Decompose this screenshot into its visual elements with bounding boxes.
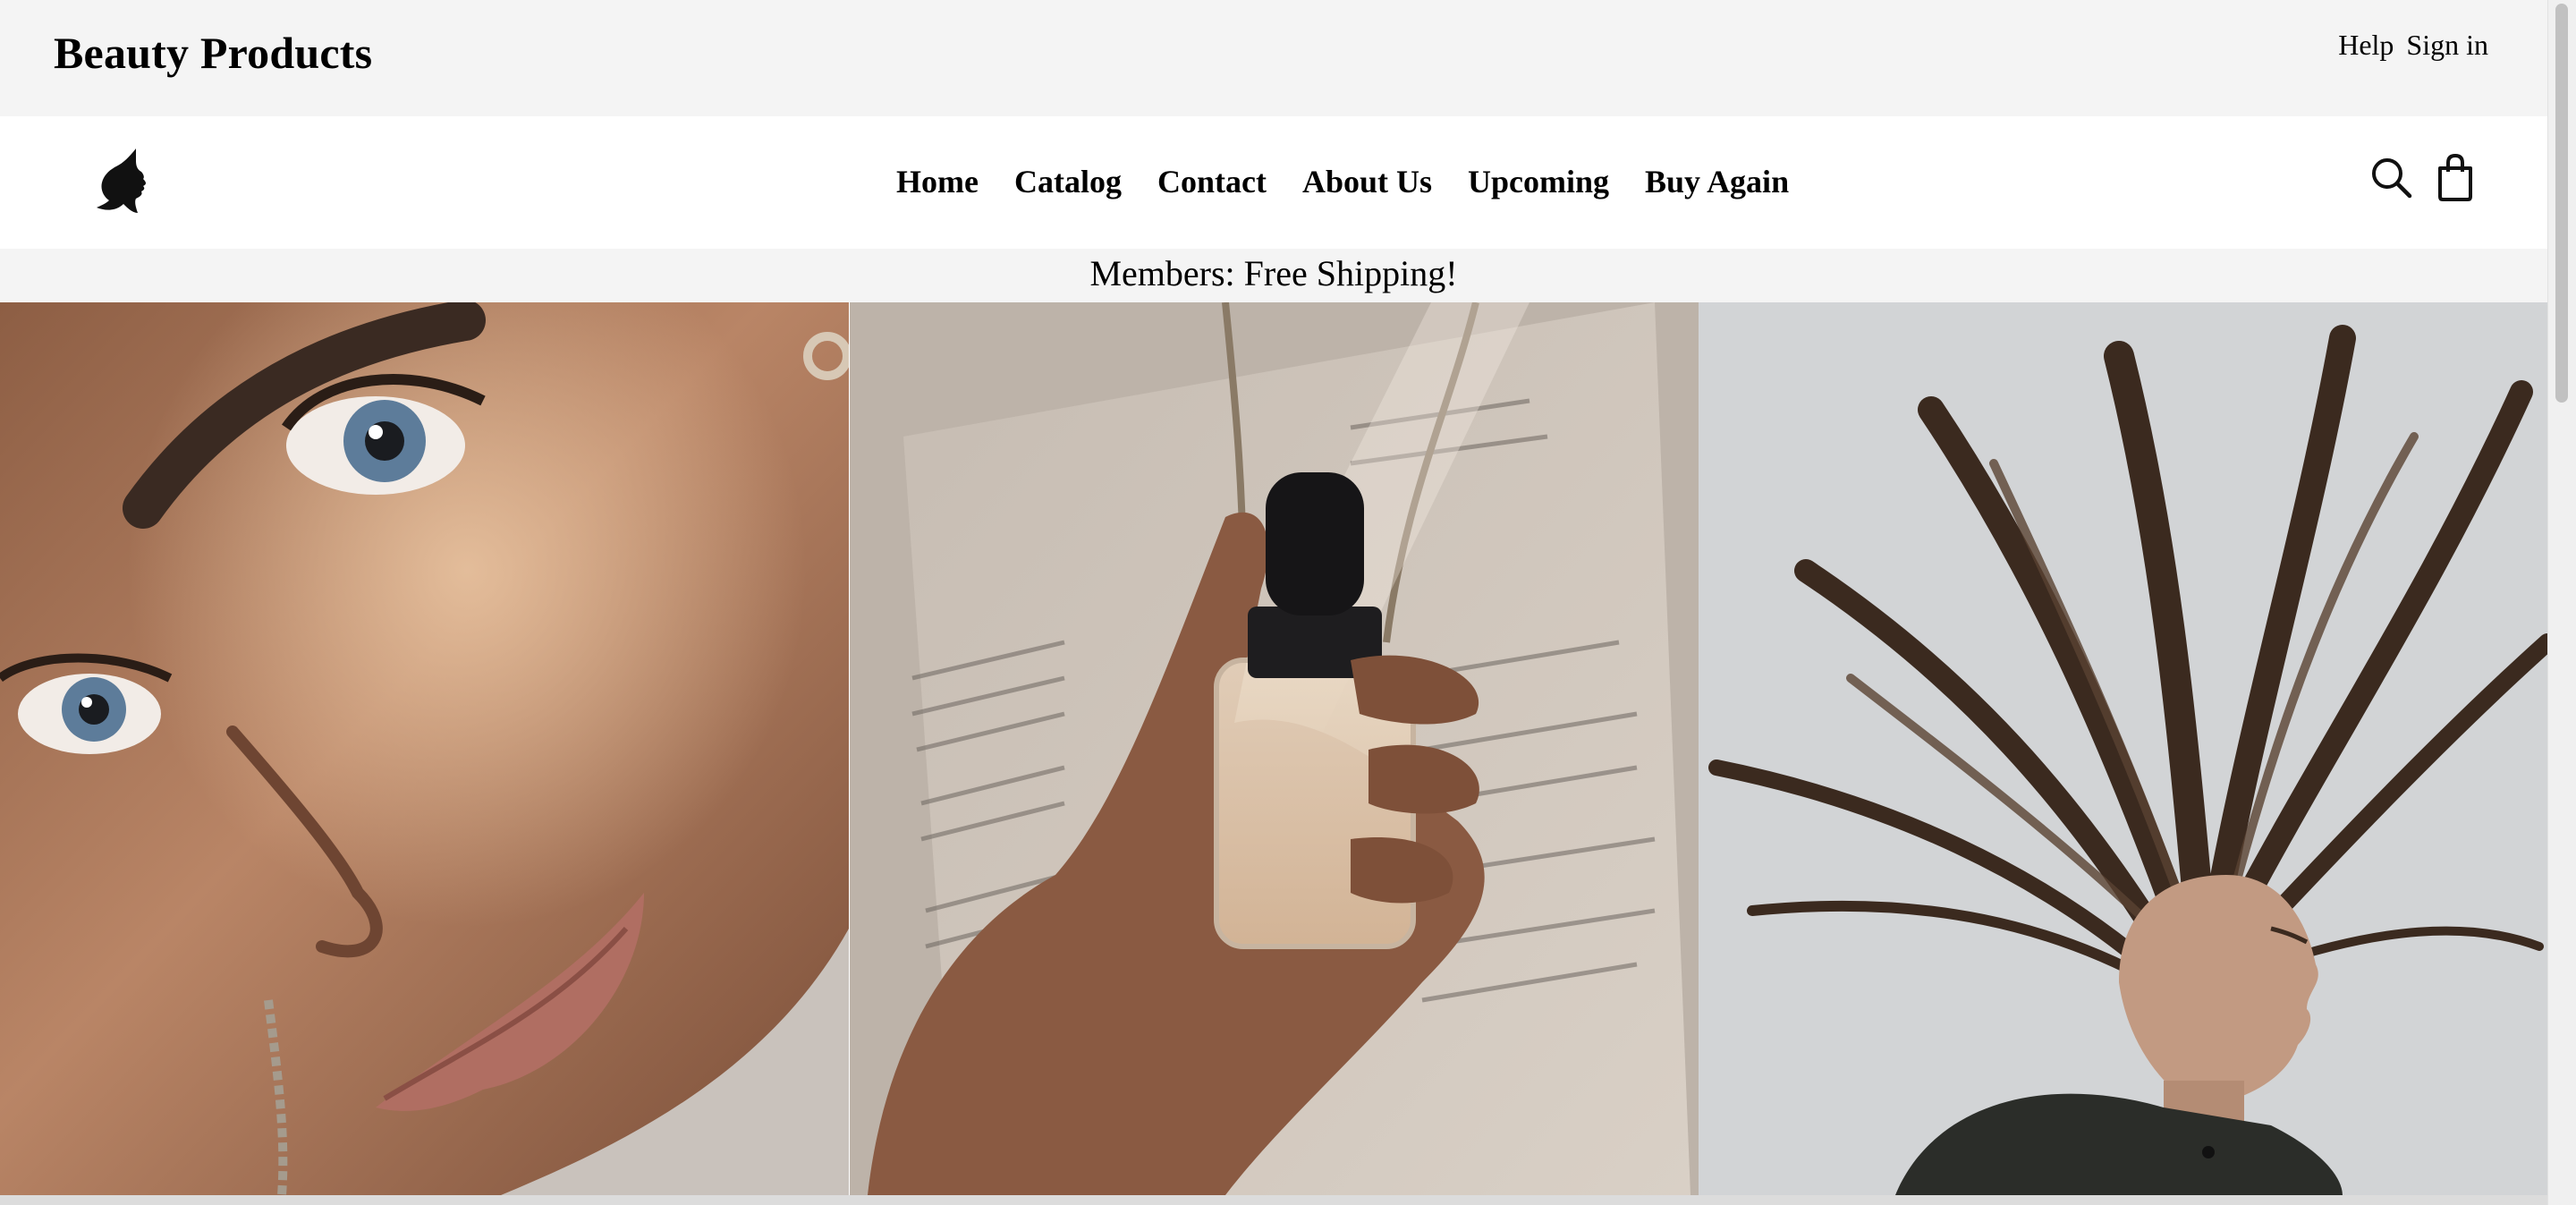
shopping-bag-icon[interactable] xyxy=(2433,152,2478,202)
scrollbar-thumb[interactable] xyxy=(2555,4,2568,403)
nav-icons xyxy=(2368,152,2478,202)
page-scrollbar[interactable] xyxy=(2547,0,2576,1205)
woman-profile-logo-icon[interactable] xyxy=(97,149,150,213)
nav-links: Home Catalog Contact About Us Upcoming B… xyxy=(896,163,1789,200)
page-divider xyxy=(0,1195,2547,1205)
makeup-face-closeup-image xyxy=(0,302,849,1195)
serum-dropper-bottle-image xyxy=(849,302,1699,1195)
search-icon[interactable] xyxy=(2368,152,2413,202)
site-title: Beauty Products xyxy=(54,28,373,78)
sign-in-link[interactable]: Sign in xyxy=(2406,29,2488,62)
top-bar: Beauty Products Help Sign in xyxy=(0,0,2547,116)
nav-contact[interactable]: Contact xyxy=(1157,163,1267,200)
flowing-hair-woman-image xyxy=(1699,302,2547,1195)
nav-buy-again[interactable]: Buy Again xyxy=(1645,163,1789,200)
promo-banner: Members: Free Shipping! xyxy=(0,249,2547,302)
hero-gallery xyxy=(0,302,2547,1195)
nav-catalog[interactable]: Catalog xyxy=(1014,163,1122,200)
top-links: Help Sign in xyxy=(2338,29,2488,62)
main-nav: Home Catalog Contact About Us Upcoming B… xyxy=(0,116,2547,249)
help-link[interactable]: Help xyxy=(2338,29,2394,62)
nav-upcoming[interactable]: Upcoming xyxy=(1468,163,1609,200)
nav-home[interactable]: Home xyxy=(896,163,979,200)
nav-about-us[interactable]: About Us xyxy=(1302,163,1432,200)
